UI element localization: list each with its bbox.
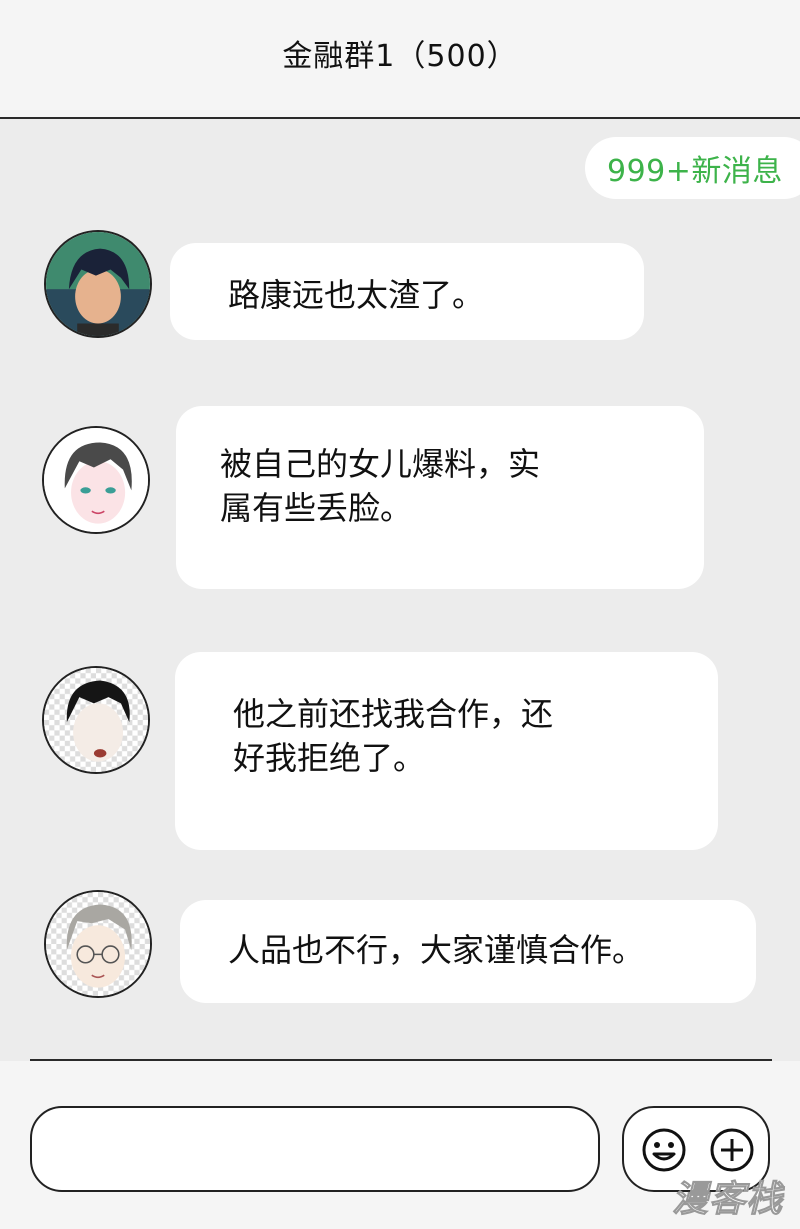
message-text: 人品也不行，大家谨慎合作。 (228, 931, 645, 969)
smiley-icon[interactable] (640, 1126, 688, 1174)
message-bubble[interactable]: 人品也不行，大家谨慎合作。 (180, 900, 756, 1003)
avatar-green-eyed-man[interactable] (42, 426, 150, 534)
avatar-dark-hair-man[interactable] (44, 230, 152, 338)
new-messages-badge[interactable]: 999+新消息 (585, 137, 800, 199)
plus-icon[interactable] (708, 1126, 756, 1174)
message-text-line: 被自己的女儿爆料，实 (220, 445, 541, 483)
watermark: 漫客栈 (671, 1179, 784, 1221)
message-bubble[interactable]: 路康远也太渣了。 (170, 243, 644, 340)
message-bubble[interactable]: 被自己的女儿爆料，实 属有些丢脸。 (176, 406, 704, 589)
message-text-line: 属有些丢脸。 (220, 489, 413, 527)
message-text-line: 他之前还找我合作，还 (233, 695, 554, 733)
message-input[interactable] (30, 1106, 600, 1192)
message-bubble[interactable]: 他之前还找我合作，还 好我拒绝了。 (175, 652, 718, 850)
group-title: 金融群1（500） (282, 38, 518, 74)
chat-header: 金融群1（500） (0, 0, 800, 119)
message-text: 路康远也太渣了。 (228, 276, 485, 314)
message-text-line: 好我拒绝了。 (233, 739, 426, 777)
avatar-grey-hair-glasses-man[interactable] (44, 890, 152, 998)
avatar-black-hair-man-shouting[interactable] (42, 666, 150, 774)
